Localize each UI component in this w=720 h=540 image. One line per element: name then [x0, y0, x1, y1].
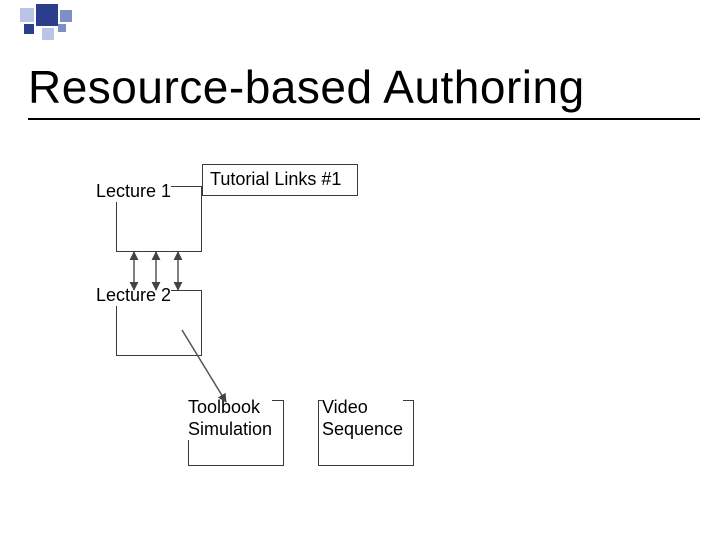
slide-corner-decoration	[0, 0, 160, 48]
node-lecture-1-label: Lecture 1	[96, 180, 171, 202]
slide-title: Resource-based Authoring	[28, 60, 585, 114]
node-tutorial-links-label: Tutorial Links #1	[210, 168, 341, 190]
node-lecture-2-label: Lecture 2	[96, 284, 171, 306]
node-toolbook-simulation-label: Toolbook Simulation	[188, 396, 272, 440]
title-underline	[28, 118, 700, 120]
node-video-sequence-label: Video Sequence	[322, 396, 403, 440]
